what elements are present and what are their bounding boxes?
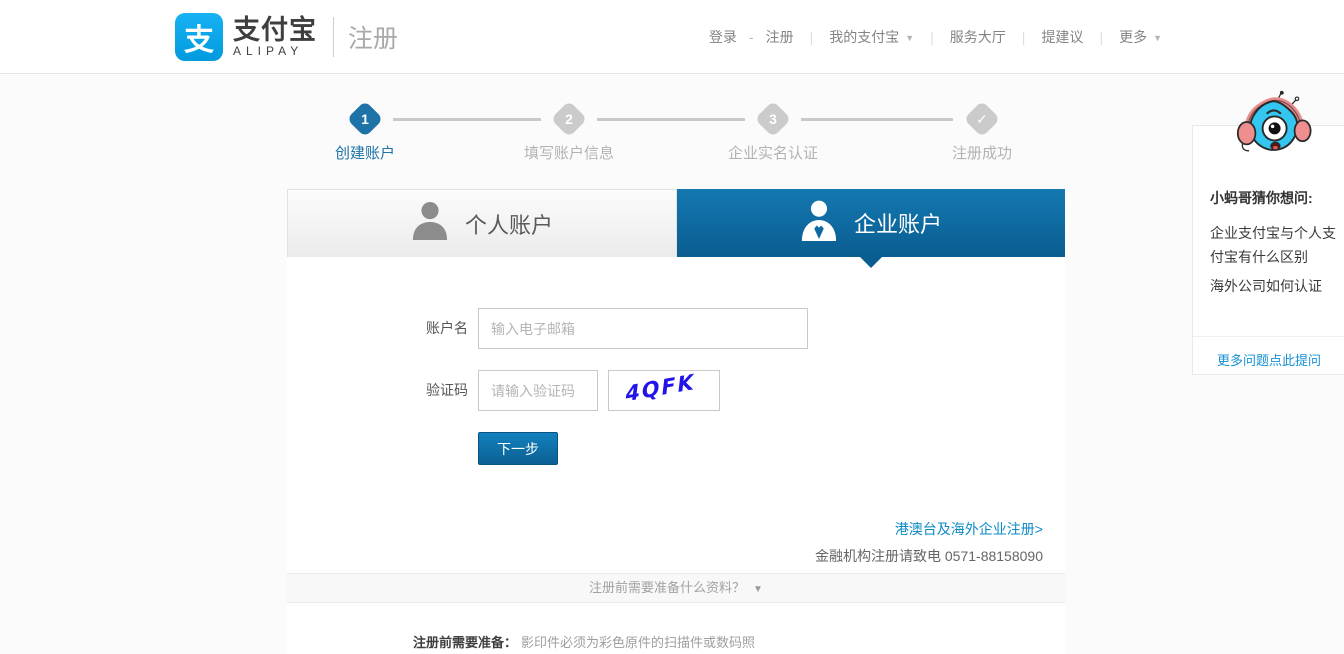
nav-separator: | xyxy=(1021,29,1026,45)
step-2-marker: 2 xyxy=(550,100,588,138)
nav-dash: - xyxy=(748,29,754,45)
progress-steps: 1 创建账户 2 填写账户信息 3 企业实名认证 ✓ 注册成功 xyxy=(287,100,1065,166)
nav-suggest[interactable]: 提建议 xyxy=(1041,27,1083,47)
help-question-difference[interactable]: 企业支付宝与个人支付宝有什么区别 xyxy=(1210,221,1336,269)
more-questions-link[interactable]: 更多问题点此提问 xyxy=(1193,350,1344,369)
nav-my-alipay[interactable]: 我的支付宝 ▼ xyxy=(829,27,914,47)
tab-enterprise-label: 企业账户 xyxy=(853,212,942,237)
step-3-marker: 3 xyxy=(754,100,792,138)
brand-name-cn: 支付宝 xyxy=(233,15,317,45)
brand-name-en: ALIPAY xyxy=(233,44,304,58)
chevron-down-icon: ▼ xyxy=(753,584,763,595)
tab-enterprise-account[interactable]: 企业账户 xyxy=(677,189,1065,268)
tab-personal-account[interactable]: 个人账户 xyxy=(287,189,677,257)
finance-register-note: 金融机构注册请致电 0571-88158090 xyxy=(815,548,1043,564)
nav-separator: | xyxy=(1099,29,1104,45)
content-area: 1 创建账户 2 填写账户信息 3 企业实名认证 ✓ 注册成功 个人账户 企业账… xyxy=(0,75,1344,654)
tab-personal-label: 个人账户 xyxy=(464,212,553,238)
page-title: 注册 xyxy=(348,25,399,53)
step-create-account: 1 创建账户 xyxy=(295,100,435,163)
chevron-down-icon: ▼ xyxy=(905,33,915,43)
account-email-input[interactable] xyxy=(478,308,808,349)
accordion-question: 注册前需要准备什么资料？ xyxy=(589,580,746,595)
logo-glyph: 支 xyxy=(184,24,214,57)
step-success: ✓ 注册成功 xyxy=(912,100,1052,163)
step-check-marker: ✓ xyxy=(963,100,1001,138)
nav-register[interactable]: 注册 xyxy=(766,27,794,47)
prepare-note-text: 影印件必须为彩色原件的扫描件或数码照 xyxy=(521,635,756,650)
alipay-logo-icon[interactable]: 支 xyxy=(175,13,223,61)
prepare-materials-accordion[interactable]: 注册前需要准备什么资料？ ▼ xyxy=(287,573,1065,603)
step-verify: 3 企业实名认证 xyxy=(703,100,843,163)
account-name-label: 账户名 xyxy=(426,320,468,336)
nav-separator: | xyxy=(809,29,814,45)
step-1-marker: 1 xyxy=(346,100,384,138)
account-type-tabs: 个人账户 企业账户 xyxy=(287,189,1065,268)
alipay-register-page: 支 支付宝 ALIPAY 注册 登录 - 注册 | 我的支付宝 ▼ | 服务大厅 … xyxy=(0,0,1344,654)
prepare-note-label: 注册前需要准备： xyxy=(413,635,518,650)
step-fill-info: 2 填写账户信息 xyxy=(499,100,639,163)
captcha-label: 验证码 xyxy=(426,382,468,398)
nav-more[interactable]: 更多 ▼ xyxy=(1119,27,1162,47)
logo-divider xyxy=(333,17,334,57)
nav-separator: | xyxy=(930,29,934,45)
person-icon xyxy=(411,201,449,246)
business-person-icon xyxy=(800,200,838,247)
logo: 支 支付宝 ALIPAY 注册 xyxy=(175,13,398,61)
nav-login[interactable]: 登录 xyxy=(709,27,737,47)
nav-service-hall[interactable]: 服务大厅 xyxy=(950,27,1006,47)
top-nav: 登录 - 注册 | 我的支付宝 ▼ | 服务大厅 | 提建议 | 更多 ▼ xyxy=(709,0,1162,74)
header: 支 支付宝 ALIPAY 注册 登录 - 注册 | 我的支付宝 ▼ | 服务大厅 … xyxy=(0,0,1344,74)
help-card-title: 小蚂哥猜你想问: xyxy=(1210,190,1313,206)
help-card-divider xyxy=(1193,336,1344,337)
register-panel: 个人账户 企业账户 账户名 验证码 4QFK 下一步 港澳台及海外企业注册> 金… xyxy=(287,189,1065,654)
mascot-robot-icon xyxy=(1233,90,1313,171)
overseas-register-link[interactable]: 港澳台及海外企业注册> xyxy=(895,519,1043,539)
captcha-input[interactable] xyxy=(478,370,598,411)
chevron-down-icon: ▼ xyxy=(1153,33,1162,43)
captcha-image[interactable]: 4QFK xyxy=(608,370,720,411)
prepare-note: 注册前需要准备： 影印件必须为彩色原件的扫描件或数码照 xyxy=(413,632,755,651)
captcha-code: 4QFK xyxy=(624,370,697,407)
brand-text: 支付宝 ALIPAY xyxy=(233,16,317,58)
help-question-overseas[interactable]: 海外公司如何认证 xyxy=(1210,276,1336,296)
next-step-button[interactable]: 下一步 xyxy=(478,432,558,465)
